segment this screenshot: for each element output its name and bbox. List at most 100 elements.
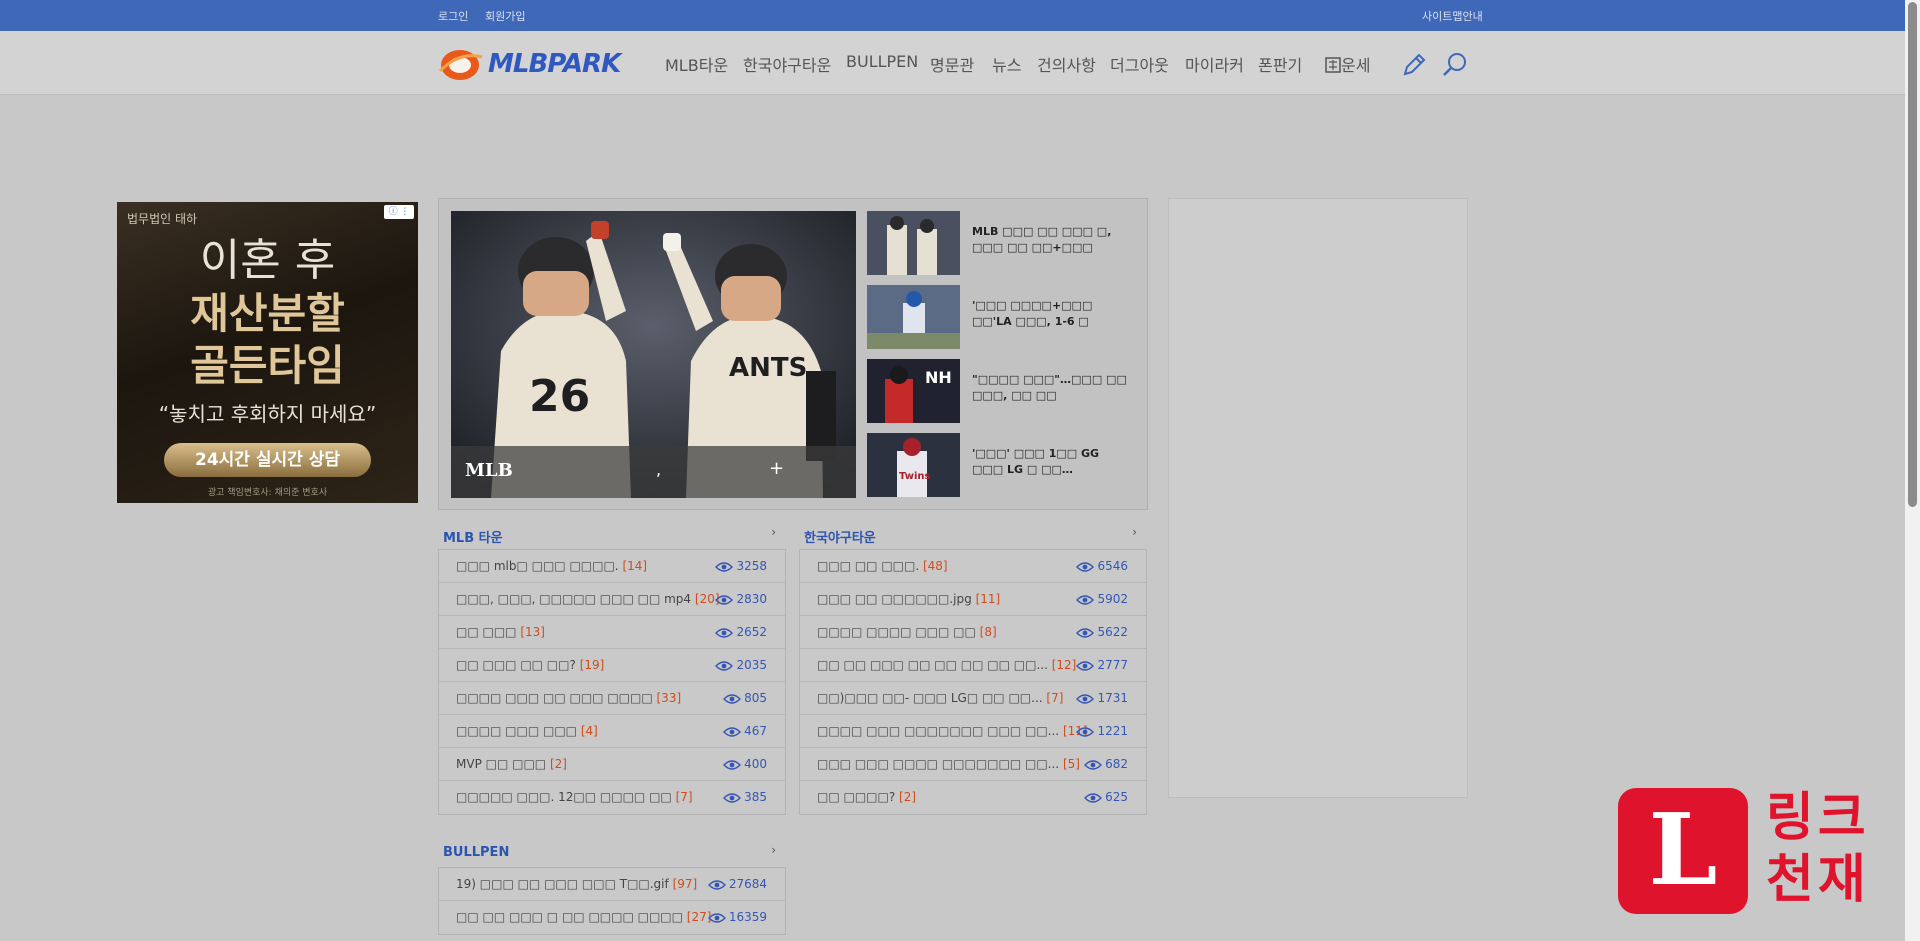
view-count: 385 <box>723 790 767 804</box>
board-row[interactable]: □□□□ □□□□ □□□ □□ [8] 5622 <box>800 616 1146 649</box>
board-row[interactable]: □□ □□□ □□ □□? [19] 2035 <box>439 649 785 682</box>
post-title[interactable]: MVP □□ □□□ [2] <box>456 757 567 771</box>
board-row[interactable]: □□ □□□ [13] 2652 <box>439 616 785 649</box>
comment-count: [7] <box>675 790 693 804</box>
scrollbar-thumb[interactable] <box>1908 2 1917 507</box>
board-row[interactable]: □□□ mlb□ □□□ □□□□. [14] 3258 <box>439 550 785 583</box>
featured-caption[interactable]: MLB , + <box>451 446 856 498</box>
comment-count: [4] <box>580 724 598 738</box>
left-advertisement[interactable]: 법무법인 태하 ⓘ ⋮ 이혼 후 재산분할 골든타임 “놓치고 후회하지 마세요… <box>117 202 418 503</box>
featured-thumb-item[interactable]: Twins '□□□' □□□ 1□□ GG □□□ LG □ □□… <box>867 433 1137 497</box>
board-row[interactable]: □□□ □□□ □□□□ □□□□□□□ □□... [5] 682 <box>800 748 1146 781</box>
board-row[interactable]: □□ □□ □□□ □ □□ □□□□ □□□□ [27] 16359 <box>439 901 785 934</box>
board-row[interactable]: □□ □□□□? [2] 625 <box>800 781 1146 814</box>
nav-suggestions[interactable]: 건의사항 <box>1037 52 1096 76</box>
view-count: 805 <box>723 691 767 705</box>
logo-ball-icon <box>438 50 483 80</box>
featured-thumb-item[interactable]: NH "□□□□ □□□"…□□□ □□ □□□, □□ □□ <box>867 359 1137 423</box>
eye-icon <box>1076 727 1095 737</box>
view-count: 467 <box>723 724 767 738</box>
comment-count: [13] <box>520 625 545 639</box>
ad-headline-3: 골든타임 <box>190 341 345 390</box>
featured-more-button[interactable]: + <box>769 458 784 479</box>
link-watermark: L 링크 천재 <box>1618 788 1898 918</box>
board-row[interactable]: □□)□□□ □□- □□□ LG□ □□ □□... [7] 1731 <box>800 682 1146 715</box>
post-title[interactable]: □□ □□□ [13] <box>456 625 545 639</box>
board-row[interactable]: □□□ □□ □□□. [48] 6546 <box>800 550 1146 583</box>
post-title[interactable]: □□□, □□□, □□□□□ □□□ □□ mp4 [20] <box>456 592 720 606</box>
post-title[interactable]: □□□ □□ □□□. [48] <box>817 559 948 573</box>
sitemap-link[interactable]: 사이트맵안내 <box>1422 8 1483 24</box>
view-count: 5902 <box>1076 592 1128 606</box>
nav-korea-town[interactable]: 한국야구타운 <box>743 52 831 76</box>
board-title[interactable]: 한국야구타운 <box>804 527 876 546</box>
eye-icon <box>1084 793 1103 803</box>
eye-icon <box>715 595 734 605</box>
right-sidebar-panel <box>1168 198 1468 798</box>
write-pencil-icon[interactable] <box>1400 51 1428 79</box>
eye-icon <box>715 661 734 671</box>
eye-icon <box>723 760 742 770</box>
nav-news[interactable]: 뉴스 <box>992 52 1021 76</box>
post-title[interactable]: □□□□□ □□□. 12□□ □□□□ □□ [7] <box>456 790 693 804</box>
board-list: 19) □□□ □□ □□□ □□□ T□□.gif [97] 27684 □□ … <box>438 867 786 935</box>
thumb-title: MLB □□□ □□ □□□ □, □□□ □□ □□+□□□ <box>972 225 1112 254</box>
post-title[interactable]: □□)□□□ □□- □□□ LG□ □□ □□... [7] <box>817 691 1063 705</box>
board-row[interactable]: 19) □□□ □□ □□□ □□□ T□□.gif [97] 27684 <box>439 868 785 901</box>
board-row[interactable]: □□□ □□ □□□□□□.jpg [11] 5902 <box>800 583 1146 616</box>
board-row[interactable]: □□□□ □□□ □□□ [4] 467 <box>439 715 785 748</box>
view-count: 27684 <box>707 877 767 891</box>
board-row[interactable]: □□□□ □□□ □□ □□□ □□□□ [33] 805 <box>439 682 785 715</box>
thumb-image: Twins <box>867 433 960 497</box>
board-title[interactable]: BULLPEN <box>443 845 509 860</box>
nav-mlb-town[interactable]: MLB타운 <box>665 52 728 76</box>
nav-my-locker[interactable]: 마이라커 <box>1185 52 1244 76</box>
post-title[interactable]: □□□ mlb□ □□□ □□□□. [14] <box>456 559 647 573</box>
board-more-link[interactable]: › <box>1132 525 1137 539</box>
login-link[interactable]: 로그인 <box>438 8 468 24</box>
featured-main-photo[interactable]: 26 ANTS MLB , + <box>451 211 856 498</box>
post-title[interactable]: □□□□ □□□□ □□□ □□ [8] <box>817 625 997 639</box>
page-scrollbar[interactable] <box>1905 0 1920 941</box>
ad-consult-button[interactable]: 24시간 실시간 상담 <box>164 443 371 477</box>
search-icon[interactable] <box>1441 51 1469 79</box>
eye-icon <box>1076 628 1095 638</box>
svg-text:Twins: Twins <box>899 471 931 482</box>
logo-text: MLBPARK <box>488 49 621 79</box>
post-title[interactable]: □□ □□ □□□ □ □□ □□□□ □□□□ [27] <box>456 910 711 924</box>
nav-dugout[interactable]: 더그아웃 <box>1110 52 1169 76</box>
board-row[interactable]: □□□□ □□□ □□□□□□□ □□□ □□... [11] 1221 <box>800 715 1146 748</box>
post-title[interactable]: □□□□ □□□ □□ □□□ □□□□ [33] <box>456 691 681 705</box>
post-title[interactable]: □□ □□ □□□ □□ □□ □□ □□ □□... [12] <box>817 658 1076 672</box>
nav-hall[interactable]: 명문관 <box>930 52 974 76</box>
post-title[interactable]: □□□□ □□□ □□□□□□□ □□□ □□... [11] <box>817 724 1088 738</box>
featured-thumb-item[interactable]: MLB □□□ □□ □□□ □, □□□ □□ □□+□□□ <box>867 211 1137 275</box>
thumb-image <box>867 211 960 275</box>
post-title[interactable]: □□□□ □□□ □□□ [4] <box>456 724 598 738</box>
post-title[interactable]: 19) □□□ □□ □□□ □□□ T□□.gif [97] <box>456 877 697 891</box>
featured-thumb-item[interactable]: '□□□ □□□□+□□□ □□'LA □□□, 1-6 □ <box>867 285 1137 349</box>
ad-info-badge[interactable]: ⓘ ⋮ <box>384 205 414 219</box>
board-more-link[interactable]: › <box>771 525 776 539</box>
post-title[interactable]: □□ □□□□? [2] <box>817 790 916 804</box>
signup-link[interactable]: 회원가입 <box>485 8 525 24</box>
site-logo[interactable]: MLBPARK <box>438 47 633 81</box>
post-title[interactable]: □□□ □□□ □□□□ □□□□□□□ □□... [5] <box>817 757 1080 771</box>
board-row[interactable]: □□□□□ □□□. 12□□ □□□□ □□ [7] 385 <box>439 781 785 814</box>
post-title[interactable]: □□□ □□ □□□□□□.jpg [11] <box>817 592 1000 606</box>
board-title[interactable]: MLB 타운 <box>443 527 503 546</box>
nav-bullpen[interactable]: BULLPEN <box>846 52 918 71</box>
board-list: □□□ mlb□ □□□ □□□□. [14] 3258 □□□, □□□, □□… <box>438 549 786 815</box>
board-more-link[interactable]: › <box>771 843 776 857</box>
nav-phone-sale[interactable]: 폰판기 <box>1258 52 1302 76</box>
nav-fortune[interactable]: 운세 <box>1325 52 1370 76</box>
board-row[interactable]: □□ □□ □□□ □□ □□ □□ □□ □□... [12] 2777 <box>800 649 1146 682</box>
eye-icon <box>723 694 742 704</box>
comment-count: [5] <box>1062 757 1080 771</box>
post-title[interactable]: □□ □□□ □□ □□? [19] <box>456 658 604 672</box>
board-row[interactable]: MVP □□ □□□ [2] 400 <box>439 748 785 781</box>
board-row[interactable]: □□□, □□□, □□□□□ □□□ □□ mp4 [20] 2830 <box>439 583 785 616</box>
featured-caption-text: , <box>656 460 662 479</box>
comment-count: [8] <box>979 625 997 639</box>
watermark-letter: L <box>1648 793 1718 908</box>
